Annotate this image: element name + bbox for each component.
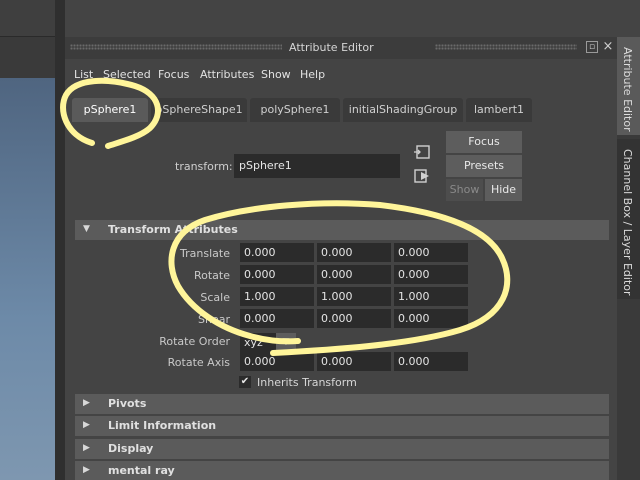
- focus-button[interactable]: Focus: [446, 131, 522, 153]
- panel-title: Attribute Editor: [289, 41, 374, 54]
- menu-attributes[interactable]: Attributes: [200, 68, 254, 81]
- rotate-axis-x-field[interactable]: 0.000: [240, 352, 314, 371]
- translate-z-field[interactable]: 0.000: [394, 243, 468, 262]
- tab-attribute-editor[interactable]: Attribute Editor: [617, 37, 640, 135]
- rotate-label: Rotate: [193, 269, 230, 282]
- translate-label: Translate: [180, 247, 230, 260]
- chevron-down-icon[interactable]: ▼: [276, 333, 296, 352]
- scale-x-field[interactable]: 1.000: [240, 287, 314, 306]
- viewport[interactable]: [0, 0, 55, 480]
- menu-show[interactable]: Show: [261, 68, 291, 81]
- section-mental-ray[interactable]: ▶ mental ray: [75, 461, 609, 480]
- rotate-axis-label: Rotate Axis: [167, 356, 230, 369]
- menu-bar: List Selected Focus Attributes Show Help: [65, 65, 617, 83]
- rotate-z-field[interactable]: 0.000: [394, 265, 468, 284]
- section-title: Display: [108, 442, 154, 455]
- rotate-x-field[interactable]: 0.000: [240, 265, 314, 284]
- panel-divider[interactable]: [55, 0, 65, 480]
- viewport-toolbar: [0, 0, 55, 37]
- rotate-axis-y-field[interactable]: 0.000: [317, 352, 391, 371]
- shear-x-field[interactable]: 0.000: [240, 309, 314, 328]
- menu-help[interactable]: Help: [300, 68, 325, 81]
- hide-button[interactable]: Hide: [485, 179, 522, 201]
- section-title: Transform Attributes: [108, 223, 238, 236]
- expand-arrow-icon: ▶: [83, 398, 90, 408]
- shear-z-field[interactable]: 0.000: [394, 309, 468, 328]
- menu-list[interactable]: List: [74, 68, 93, 81]
- rotate-y-field[interactable]: 0.000: [317, 265, 391, 284]
- tab-psphereshape1[interactable]: pSphereShape1: [151, 98, 247, 122]
- node-tabs: pSphere1 pSphereShape1 polySphere1 initi…: [65, 98, 617, 122]
- section-title: Pivots: [108, 397, 147, 410]
- dock-tab-label: Attribute Editor: [621, 47, 634, 132]
- dock-tab-label: Channel Box / Layer Editor: [621, 149, 634, 296]
- inherits-transform-label: Inherits Transform: [257, 376, 357, 389]
- right-dock: Attribute Editor Channel Box / Layer Edi…: [617, 37, 640, 480]
- section-title: Limit Information: [108, 419, 217, 432]
- viewport-scene[interactable]: [0, 78, 55, 480]
- scale-z-field[interactable]: 1.000: [394, 287, 468, 306]
- section-title: mental ray: [108, 464, 175, 477]
- menu-selected[interactable]: Selected: [103, 68, 151, 81]
- tab-polysphere1[interactable]: polySphere1: [250, 98, 340, 122]
- translate-x-field[interactable]: 0.000: [240, 243, 314, 262]
- section-display[interactable]: ▶ Display: [75, 439, 609, 459]
- panel-titlebar[interactable]: Attribute Editor ▫ ×: [65, 37, 617, 59]
- output-connection-icon[interactable]: [413, 168, 431, 184]
- section-pivots[interactable]: ▶ Pivots: [75, 394, 609, 414]
- input-connection-icon[interactable]: [413, 144, 431, 160]
- transform-label: transform:: [175, 160, 233, 173]
- transform-name-field[interactable]: pSphere1: [234, 154, 400, 178]
- scale-y-field[interactable]: 1.000: [317, 287, 391, 306]
- shear-y-field[interactable]: 0.000: [317, 309, 391, 328]
- tab-channel-box-layer-editor[interactable]: Channel Box / Layer Editor: [617, 139, 640, 299]
- expand-arrow-icon: ▶: [83, 465, 90, 475]
- tab-initialshadinggroup[interactable]: initialShadingGroup: [343, 98, 463, 122]
- tab-psphere1[interactable]: pSphere1: [72, 98, 148, 122]
- expand-arrow-icon: ▶: [83, 443, 90, 453]
- collapse-arrow-icon: ▼: [83, 224, 90, 234]
- menu-focus[interactable]: Focus: [158, 68, 189, 81]
- expand-arrow-icon: ▶: [83, 420, 90, 430]
- section-limit-information[interactable]: ▶ Limit Information: [75, 416, 609, 436]
- drag-grip-left[interactable]: [70, 44, 282, 50]
- translate-y-field[interactable]: 0.000: [317, 243, 391, 262]
- presets-button[interactable]: Presets: [446, 155, 522, 177]
- scale-label: Scale: [200, 291, 230, 304]
- drag-grip-right[interactable]: [435, 44, 577, 50]
- rotate-order-label: Rotate Order: [159, 335, 230, 348]
- section-transform-attributes[interactable]: ▼ Transform Attributes: [75, 220, 609, 240]
- float-window-icon[interactable]: ▫: [586, 41, 598, 53]
- tab-lambert1[interactable]: lambert1: [466, 98, 532, 122]
- attribute-editor-panel: Attribute Editor ▫ × List Selected Focus…: [65, 37, 617, 480]
- rotate-axis-z-field[interactable]: 0.000: [394, 352, 468, 371]
- show-button[interactable]: Show: [446, 179, 483, 201]
- inherits-transform-checkbox[interactable]: ✔: [239, 376, 251, 388]
- close-icon[interactable]: ×: [602, 40, 614, 53]
- shear-label: Shear: [198, 313, 230, 326]
